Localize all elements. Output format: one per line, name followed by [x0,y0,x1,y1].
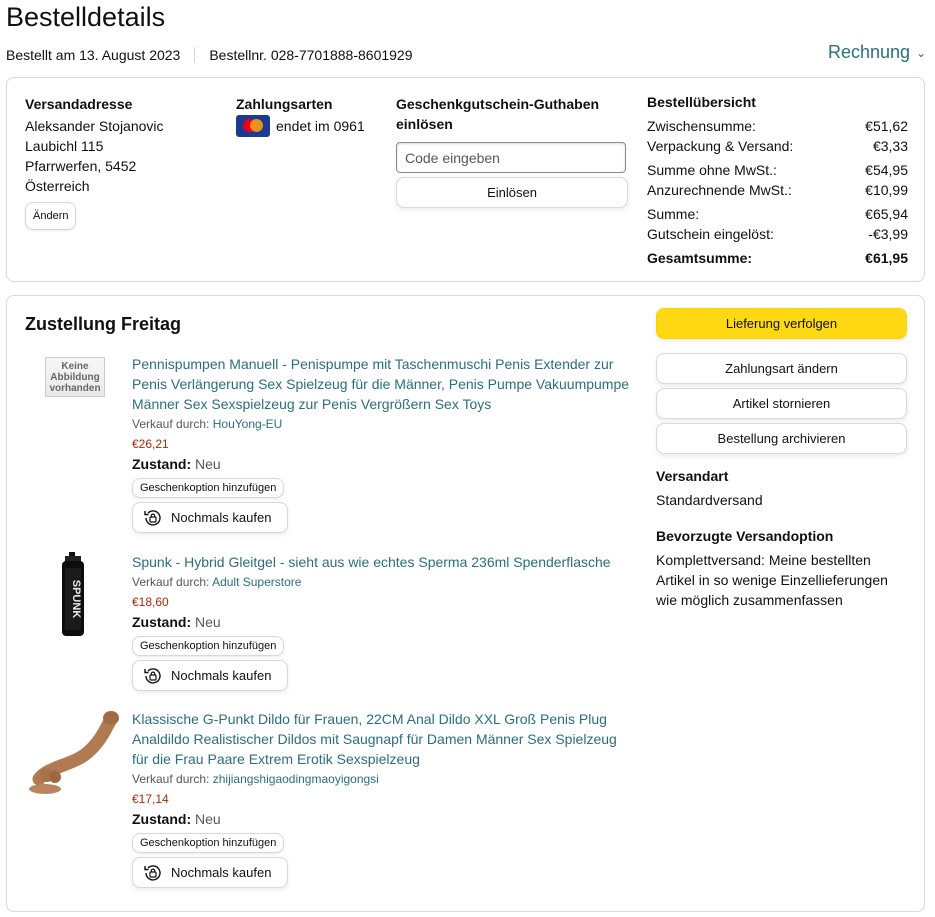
archive-order-button[interactable]: Bestellung archivieren [656,423,907,454]
buy-again-icon [144,509,161,526]
shipping-method-value: Standardversand [656,492,763,508]
totals-heading: Bestellübersicht [647,94,756,110]
seller-link[interactable]: zhijiangshigaodingmaoyigongsi [213,772,379,786]
total-row: Anzurechnende MwSt.: €10,99 [647,182,908,198]
product-image[interactable]: Keine Abbildung vorhanden [25,354,121,444]
shipping-method: Versandart Standardversand [656,466,907,510]
item-price: €17,14 [132,792,169,806]
item-price: €18,60 [132,595,169,609]
product-label-text: SPUNK [70,580,82,619]
total-row: Summe ohne MwSt.: €54,95 [647,162,908,178]
total-row: Zwischensumme: €51,62 [647,118,908,134]
page-title: Bestelldetails [6,2,166,32]
dildo-product-image [29,711,119,794]
lube-bottle-image: SPUNK [62,552,84,636]
grand-total-row: Gesamtsumme: €61,95 [647,250,908,266]
seller-info: Verkauf durch: Adult Superstore [132,575,302,589]
gift-card-redeem: Geschenkgutschein-Guthaben einlösen Einl… [396,94,628,208]
order-date: Bestellt am 13. August 2023 [6,47,181,63]
gift-card-heading: Geschenkgutschein-Guthaben einlösen [396,96,600,132]
item-condition: Zustand: Neu [132,456,221,472]
buy-again-label: Nochmals kaufen [171,510,272,525]
no-image-placeholder: Keine Abbildung vorhanden [45,357,105,397]
order-number: Bestellnr. 028-7701888-8601929 [209,47,413,63]
buy-again-button[interactable]: Nochmals kaufen [132,857,288,888]
buy-again-label: Nochmals kaufen [171,865,272,880]
buy-again-button[interactable]: Nochmals kaufen [132,660,288,691]
address-line: Pfarrwerfen, 5452 [25,158,137,174]
product-image[interactable] [25,709,121,799]
mastercard-icon [236,115,270,137]
gift-code-input[interactable] [396,142,626,173]
order-meta: Bestellt am 13. August 2023 Bestellnr. 0… [6,47,413,63]
preferred-text: Komplettversand: Meine bestellten Artike… [656,552,888,608]
gift-option-button[interactable]: Geschenkoption hinzufügen [132,636,285,656]
buy-again-icon [144,667,161,684]
seller-link[interactable]: Adult Superstore [212,575,301,589]
seller-link[interactable]: HouYong-EU [213,417,283,431]
order-totals: Bestellübersicht Zwischensumme: €51,62 Ve… [647,94,908,268]
preferred-heading: Bevorzugte Versandoption [656,528,834,544]
divider [194,47,196,63]
redeem-button[interactable]: Einlösen [396,177,628,208]
total-row: Verpackung & Versand: €3,33 [647,138,908,154]
change-address-button[interactable]: Ändern [25,202,77,230]
delivery-box: Zustellung Freitag Keine Abbildung vorha… [6,295,925,912]
item-price: €26,21 [132,437,169,451]
track-delivery-button[interactable]: Lieferung verfolgen [656,308,907,339]
delivery-actions: Lieferung verfolgen Zahlungsart ändern A… [656,308,907,610]
shipping-heading: Versandadresse [25,96,133,112]
product-image[interactable]: SPUNK [25,552,121,642]
seller-info: Verkauf durch: zhijiangshigaodingmaoyigo… [132,772,379,786]
buy-again-label: Nochmals kaufen [171,668,272,683]
invoice-dropdown[interactable]: Rechnung ⌄ [828,42,926,63]
delivery-title: Zustellung Freitag [25,314,182,334]
change-payment-button[interactable]: Zahlungsart ändern [656,353,907,384]
payment-card: endet im 0961 [236,115,365,137]
address-line: Österreich [25,178,90,194]
payment-methods: Zahlungsarten endet im 0961 [236,94,365,137]
item-condition: Zustand: Neu [132,811,221,827]
preferred-shipping-option: Bevorzugte Versandoption Komplettversand… [656,526,907,610]
gift-option-button[interactable]: Geschenkoption hinzufügen [132,478,285,498]
address-line: Aleksander Stojanovic [25,118,164,134]
gift-option-button[interactable]: Geschenkoption hinzufügen [132,833,285,853]
chevron-down-icon: ⌄ [916,45,927,60]
buy-again-icon [144,864,161,881]
invoice-label: Rechnung [828,42,911,62]
address-line: Laubichl 115 [25,138,104,154]
product-title-link[interactable]: Pennispumpen Manuell - Penispumpe mit Ta… [132,354,632,414]
product-title-link[interactable]: Spunk - Hybrid Gleitgel - sieht aus wie … [132,552,632,572]
buy-again-button[interactable]: Nochmals kaufen [132,502,288,533]
total-row: Summe: €65,94 [647,206,908,222]
card-ending: endet im 0961 [276,118,365,134]
shipping-address: Versandadresse Aleksander Stojanovic Lau… [25,94,164,230]
cancel-items-button[interactable]: Artikel stornieren [656,388,907,419]
item-condition: Zustand: Neu [132,614,221,630]
payment-heading: Zahlungsarten [236,96,333,112]
product-title-link[interactable]: Klassische G-Punkt Dildo für Frauen, 22C… [132,709,632,769]
order-summary-box: Versandadresse Aleksander Stojanovic Lau… [6,77,925,282]
seller-info: Verkauf durch: HouYong-EU [132,417,283,431]
shipping-method-heading: Versandart [656,468,729,484]
total-row: Gutschein eingelöst: -€3,99 [647,226,908,242]
